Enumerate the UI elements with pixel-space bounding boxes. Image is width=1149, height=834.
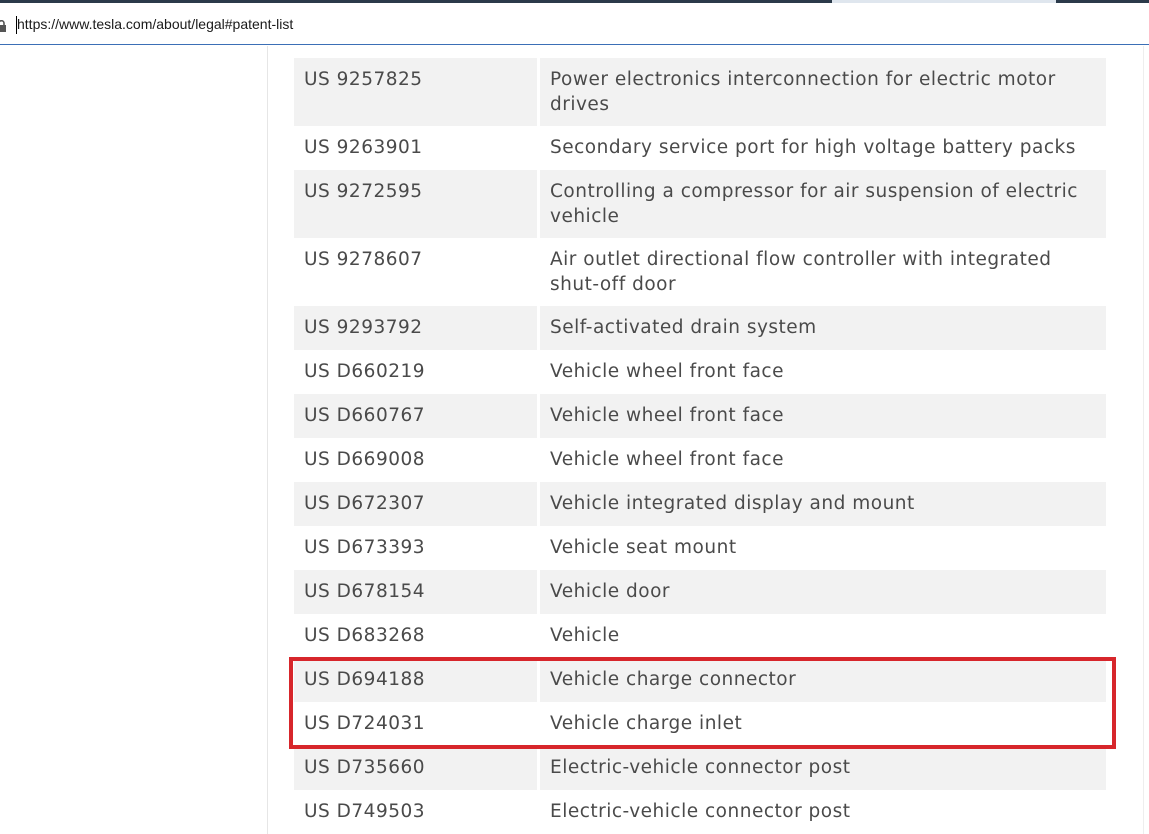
patent-title: Electric-vehicle connector post (550, 801, 851, 822)
patent-number: US D669008 (294, 438, 540, 482)
table-row: US 9263901 Secondary service port for hi… (294, 126, 1106, 170)
table-row: US D694188 Vehicle charge connector (294, 658, 1106, 702)
patent-number: US 9263901 (294, 126, 540, 170)
patent-number: US D672307 (294, 482, 540, 526)
table-row: US D724031 Vehicle charge inlet (294, 702, 1106, 746)
patent-number: US D749503 (294, 790, 540, 834)
patent-title: Vehicle door (540, 570, 1106, 614)
patent-list-table: US 9257825 Power electronics interconnec… (294, 58, 1106, 834)
table-row: US 9272595 Controlling a compressor for … (294, 170, 1106, 238)
patent-number: US 9293792 (294, 306, 540, 350)
table-row: US 9278607 Air outlet directional flow c… (294, 238, 1106, 306)
content-divider (267, 46, 268, 834)
patent-title: Vehicle charge inlet (550, 713, 743, 734)
lock-icon (0, 17, 6, 32)
patent-title: Vehicle integrated display and mount (540, 482, 1106, 526)
patent-title: Vehicle charge connector (540, 658, 1106, 702)
patent-title: Electric-vehicle connector post (540, 746, 1106, 790)
patent-number: US D673393 (294, 526, 540, 570)
address-bar[interactable]: https://www.tesla.com/about/legal#patent… (0, 3, 1149, 45)
patent-number: US 9278607 (294, 238, 540, 306)
url-text[interactable]: https://www.tesla.com/about/legal#patent… (17, 16, 293, 32)
patent-title: Vehicle wheel front face (550, 449, 784, 470)
table-row: US D660219 Vehicle wheel front face (294, 350, 1106, 394)
table-row: US D678154 Vehicle door (294, 570, 1106, 614)
patent-title: Self-activated drain system (540, 306, 1106, 350)
patent-title: Vehicle seat mount (550, 537, 737, 558)
table-row: US D660767 Vehicle wheel front face (294, 394, 1106, 438)
patent-number: US D735660 (294, 746, 540, 790)
table-row: US D735660 Electric-vehicle connector po… (294, 746, 1106, 790)
patent-title: Secondary service port for high voltage … (550, 137, 1076, 158)
right-divider (1143, 46, 1144, 834)
patent-title: Power electronics interconnection for el… (540, 58, 1106, 126)
patent-number: US 9257825 (294, 58, 540, 126)
patent-title: Vehicle wheel front face (550, 361, 784, 382)
patent-number: US D660219 (294, 350, 540, 394)
table-row: US D669008 Vehicle wheel front face (294, 438, 1106, 482)
table-row: US 9293792 Self-activated drain system (294, 306, 1106, 350)
table-row: US D749503 Electric-vehicle connector po… (294, 790, 1106, 834)
patent-number: US D694188 (294, 658, 540, 702)
patent-number: US D678154 (294, 570, 540, 614)
patent-number: US 9272595 (294, 170, 540, 238)
table-row: US 9257825 Power electronics interconnec… (294, 58, 1106, 126)
patent-number: US D660767 (294, 394, 540, 438)
table-row: US D673393 Vehicle seat mount (294, 526, 1106, 570)
patent-title: Air outlet directional flow controller w… (550, 249, 1052, 295)
table-row: US D672307 Vehicle integrated display an… (294, 482, 1106, 526)
table-row: US D683268 Vehicle (294, 614, 1106, 658)
patent-title: Controlling a compressor for air suspens… (540, 170, 1106, 238)
patent-title: Vehicle wheel front face (540, 394, 1106, 438)
patent-number: US D683268 (294, 614, 540, 658)
patent-title: Vehicle (550, 625, 620, 646)
patent-number: US D724031 (294, 702, 540, 746)
